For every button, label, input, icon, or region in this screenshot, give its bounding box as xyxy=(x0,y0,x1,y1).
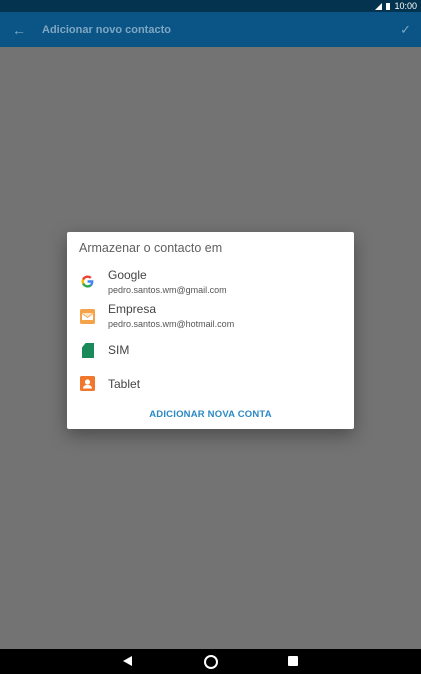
signal-icon xyxy=(375,2,383,10)
arrow-back-icon[interactable]: ← xyxy=(12,23,26,37)
account-email: pedro.santos.wm@hotmail.com xyxy=(108,319,235,329)
status-bar: 10:00 xyxy=(0,0,421,12)
status-time: 10:00 xyxy=(394,1,417,11)
account-name: Empresa xyxy=(108,302,157,316)
email-icon xyxy=(80,309,95,324)
account-option-google[interactable]: Google pedro.santos.wm@gmail.com xyxy=(67,266,354,298)
account-email: pedro.santos.wm@gmail.com xyxy=(108,285,227,295)
check-icon[interactable]: ✓ xyxy=(400,22,411,38)
navigation-bar xyxy=(0,649,421,674)
sim-card-icon xyxy=(82,343,94,358)
tablet-contacts-icon xyxy=(80,376,95,391)
google-icon xyxy=(80,274,95,289)
dialog-title: Armazenar o contacto em xyxy=(79,241,223,255)
battery-icon xyxy=(386,2,391,10)
account-name: Google xyxy=(108,268,147,282)
page-title: Adicionar novo contacto xyxy=(42,23,171,36)
account-option-sim[interactable]: SIM xyxy=(67,334,354,366)
nav-recents-icon[interactable] xyxy=(288,656,298,666)
account-option-tablet[interactable]: Tablet xyxy=(67,368,354,400)
app-bar: ← Adicionar novo contacto ✓ xyxy=(0,12,421,47)
nav-home-icon[interactable] xyxy=(204,655,218,669)
account-name: Tablet xyxy=(108,377,141,391)
nav-back-icon[interactable] xyxy=(123,656,132,666)
account-option-empresa[interactable]: Empresa pedro.santos.wm@hotmail.com xyxy=(67,300,354,332)
storage-account-dialog: Armazenar o contacto em Google pedro.san… xyxy=(67,232,354,429)
add-new-account-button[interactable]: ADICIONAR NOVA CONTA xyxy=(67,409,354,420)
account-name: SIM xyxy=(108,343,130,357)
